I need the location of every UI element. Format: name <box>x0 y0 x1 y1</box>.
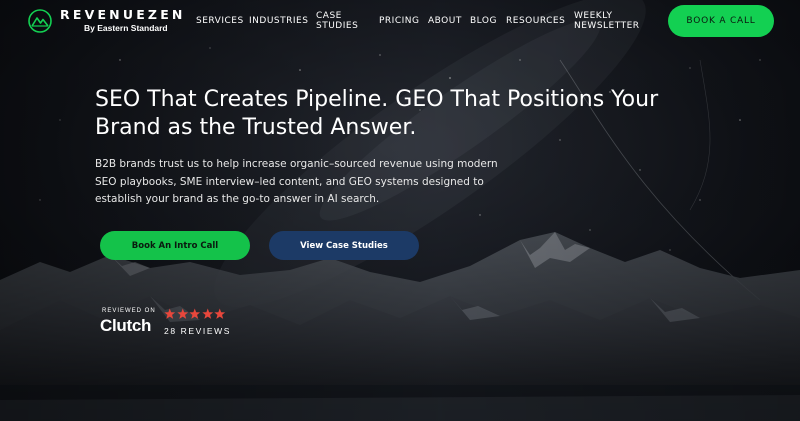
nav-item-resources[interactable]: RESOURCES <box>506 16 565 26</box>
nav-item-about[interactable]: ABOUT <box>428 16 462 26</box>
clutch-logo-text: Clutch <box>100 316 152 335</box>
star-icon <box>189 308 201 319</box>
brand-subtitle: By Eastern Standard <box>84 23 168 33</box>
rating-stars <box>164 308 226 320</box>
star-icon <box>214 308 226 319</box>
brand-name: REVENUEZEN <box>60 7 186 22</box>
hero-title: SEO That Creates Pipeline. GEO That Posi… <box>95 87 659 140</box>
clutch-logo: Clutch <box>100 316 151 336</box>
hero-subtitle: B2B brands trust us to help increase org… <box>95 158 498 205</box>
nav-item-blog[interactable]: BLOG <box>470 16 497 26</box>
reviews-count: 28 REVIEWS <box>164 326 232 336</box>
book-intro-call-button[interactable]: Book An Intro Call <box>100 231 250 260</box>
nav-item-industries[interactable]: INDUSTRIES <box>249 16 308 26</box>
nav-item-pricing[interactable]: PRICING <box>379 16 419 26</box>
brand-logo[interactable]: REVENUEZEN By Eastern Standard <box>28 8 186 33</box>
nav-item-services[interactable]: SERVICES <box>196 16 244 26</box>
hero-background-image <box>0 0 800 421</box>
mountain-peaks-icon <box>28 9 52 33</box>
star-icon <box>164 308 176 319</box>
nav-item-case-studies[interactable]: CASE STUDIES <box>316 11 358 31</box>
nav-item-weekly-newsletter[interactable]: WEEKLY NEWSLETTER <box>574 11 640 31</box>
reviewed-on-label: REVIEWED ON <box>102 308 156 314</box>
book-a-call-button[interactable]: BOOK A CALL <box>668 5 774 37</box>
top-navigation: REVENUEZEN By Eastern Standard SERVICES … <box>0 0 800 42</box>
view-case-studies-button[interactable]: View Case Studies <box>269 231 419 260</box>
star-icon <box>201 308 213 319</box>
star-icon <box>176 308 188 319</box>
